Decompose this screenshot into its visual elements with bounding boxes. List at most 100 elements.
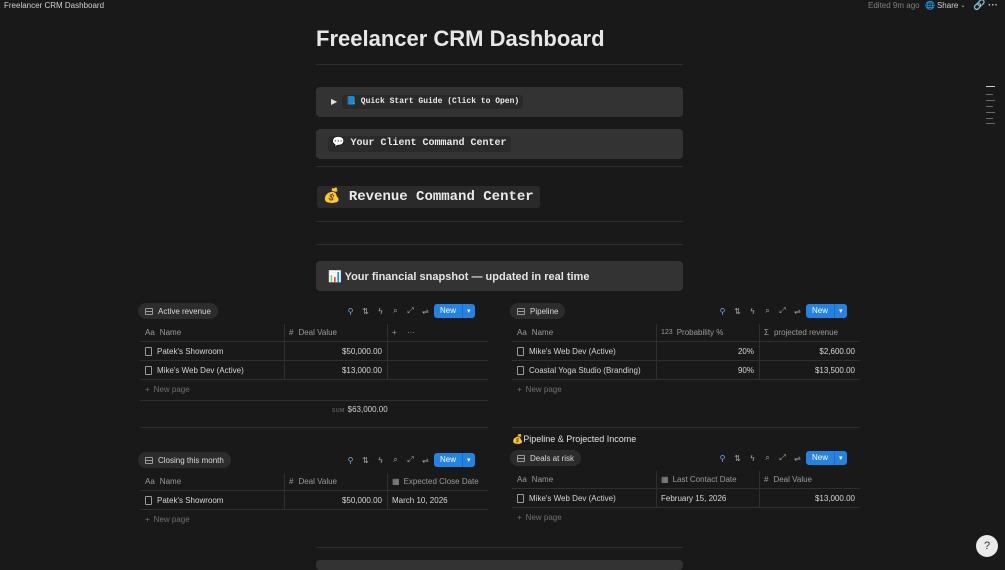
settings-icon[interactable]: ⇌ [421,307,430,316]
new-page-button[interactable]: + New page [517,385,562,394]
plus-icon: + [145,515,150,524]
settings-icon[interactable]: ⇌ [793,307,802,316]
row-projected-cell[interactable]: $2,600.00 [759,342,860,360]
row-value-cell[interactable]: $50,000.00 [284,491,387,509]
row-probability-cell[interactable]: 20% [656,342,759,360]
page-title: Freelancer CRM Dashboard [316,26,605,51]
column-projected-revenue[interactable]: Σ projected revenue [759,324,860,341]
column-expected-close-date[interactable]: ▦ Expected Close Date [387,473,488,490]
share-button[interactable]: 🌐 Share ⌄ [925,1,965,10]
filter-icon[interactable]: ⚲ [718,307,727,316]
toc-marker[interactable] [986,94,993,95]
sum-calculation[interactable]: SUM $63,000.00 [332,405,388,414]
column-last-contact-date[interactable]: ▦ Last Contact Date [656,471,759,488]
more-icon[interactable]: ··· [402,324,422,341]
expand-icon[interactable]: ⤢ [778,453,787,463]
pipeline-income-heading: 💰Pipeline & Projected Income [512,434,637,444]
quick-start-toggle[interactable]: ▶ 📘 Quick Start Guide (Click to Open) [316,87,683,117]
row-date-cell[interactable]: March 10, 2026 [387,491,488,509]
lightning-icon[interactable]: ϟ [748,307,757,316]
more-icon[interactable]: ··· [988,0,998,11]
row-name-cell[interactable]: Mike's Web Dev (Active) [512,489,656,507]
row-date-cell[interactable]: February 15, 2026 [656,489,759,507]
tab-active-revenue[interactable]: Active revenue [138,303,218,319]
breadcrumb-title[interactable]: Freelancer CRM Dashboard [4,1,104,10]
table-row[interactable]: Patek's Showroom $50,000.00 [140,342,488,361]
top-bar: Freelancer CRM Dashboard Edited 9m ago 🌐… [0,0,1005,13]
search-icon[interactable]: ⌕ [763,453,772,463]
row-name-cell[interactable]: Coastal Yoga Studio (Branding) [512,361,656,379]
row-value-cell[interactable]: $13,000.00 [759,489,860,507]
table-row[interactable]: Mike's Web Dev (Active) February 15, 202… [512,489,860,508]
row-probability-cell[interactable]: 90% [656,361,759,379]
filter-icon[interactable]: ⚲ [346,307,355,316]
chevron-down-icon[interactable]: ▾ [463,456,475,464]
settings-icon[interactable]: ⇌ [421,456,430,465]
link-icon[interactable]: 🔗 [973,0,985,11]
new-page-button[interactable]: + New page [145,385,190,394]
column-name[interactable]: Aa Name [512,471,656,488]
toc-marker[interactable] [986,86,995,87]
table-row[interactable]: Patek's Showroom $50,000.00 March 10, 20… [140,491,488,510]
toc-marker[interactable] [986,100,995,101]
row-value-cell[interactable]: $13,000.00 [284,361,387,379]
row-projected-cell[interactable]: $13,500.00 [759,361,860,379]
divider [316,547,683,548]
row-name-cell[interactable]: Mike's Web Dev (Active) [140,361,284,379]
expand-icon[interactable]: ⤢ [406,455,415,465]
table-row[interactable]: Mike's Web Dev (Active) 20% $2,600.00 [512,342,860,361]
search-icon[interactable]: ⌕ [391,455,400,465]
new-page-button[interactable]: + New page [517,513,562,522]
row-name-cell[interactable]: Patek's Showroom [140,342,284,360]
lightning-icon[interactable]: ϟ [376,456,385,465]
column-name[interactable]: Aa Name [512,324,656,341]
new-page-button[interactable]: + New page [145,515,190,524]
filter-icon[interactable]: ⚲ [718,454,727,463]
column-deal-value[interactable]: # Deal Value [284,324,387,341]
new-button[interactable]: New ▾ [434,453,475,467]
search-icon[interactable]: ⌕ [391,306,400,316]
number-type-icon: # [289,477,294,486]
column-probability[interactable]: 123 Probability % [656,324,759,341]
sort-icon[interactable]: ⇅ [733,454,742,463]
chevron-down-icon[interactable]: ▾ [835,454,847,462]
tab-deals-at-risk[interactable]: Deals at risk [510,450,582,466]
expand-icon[interactable]: ⤢ [778,306,787,316]
help-icon: ? [983,540,991,552]
sort-icon[interactable]: ⇅ [733,307,742,316]
chevron-down-icon[interactable]: ▾ [463,307,475,315]
table-row[interactable]: Coastal Yoga Studio (Branding) 90% $13,5… [512,361,860,380]
help-button[interactable]: ? [976,535,998,557]
new-button[interactable]: New ▾ [434,304,475,318]
settings-icon[interactable]: ⇌ [793,454,802,463]
filter-icon[interactable]: ⚲ [346,456,355,465]
search-icon[interactable]: ⌕ [763,306,772,316]
row-name-cell[interactable]: Patek's Showroom [140,491,284,509]
tab-pipeline[interactable]: Pipeline [510,303,566,319]
column-deal-value[interactable]: # Deal Value [284,473,387,490]
sort-icon[interactable]: ⇅ [361,307,370,316]
tab-closing-this-month[interactable]: Closing this month [138,452,231,468]
toc-marker[interactable] [986,106,993,107]
toggle-arrow-icon[interactable]: ▶ [331,97,337,106]
column-name[interactable]: Aa Name [140,473,284,490]
chevron-down-icon[interactable]: ▾ [835,307,847,315]
expand-icon[interactable]: ⤢ [406,306,415,316]
column-deal-value[interactable]: # Deal Value [759,471,860,488]
client-command-callout: 💬 Your Client Command Center [316,129,683,159]
column-name[interactable]: Aa Name [140,324,284,341]
toc-marker[interactable] [986,123,995,124]
divider [140,427,488,428]
lightning-icon[interactable]: ϟ [748,454,757,463]
table-row[interactable]: Mike's Web Dev (Active) $13,000.00 [140,361,488,380]
new-button[interactable]: New ▾ [806,451,847,465]
globe-icon: 🌐 [925,1,935,10]
toc-marker[interactable] [986,118,993,119]
table-icon [145,456,153,464]
row-value-cell[interactable]: $50,000.00 [284,342,387,360]
row-name-cell[interactable]: Mike's Web Dev (Active) [512,342,656,360]
toc-marker[interactable] [986,112,995,113]
lightning-icon[interactable]: ϟ [376,307,385,316]
sort-icon[interactable]: ⇅ [361,456,370,465]
new-button[interactable]: New ▾ [806,304,847,318]
